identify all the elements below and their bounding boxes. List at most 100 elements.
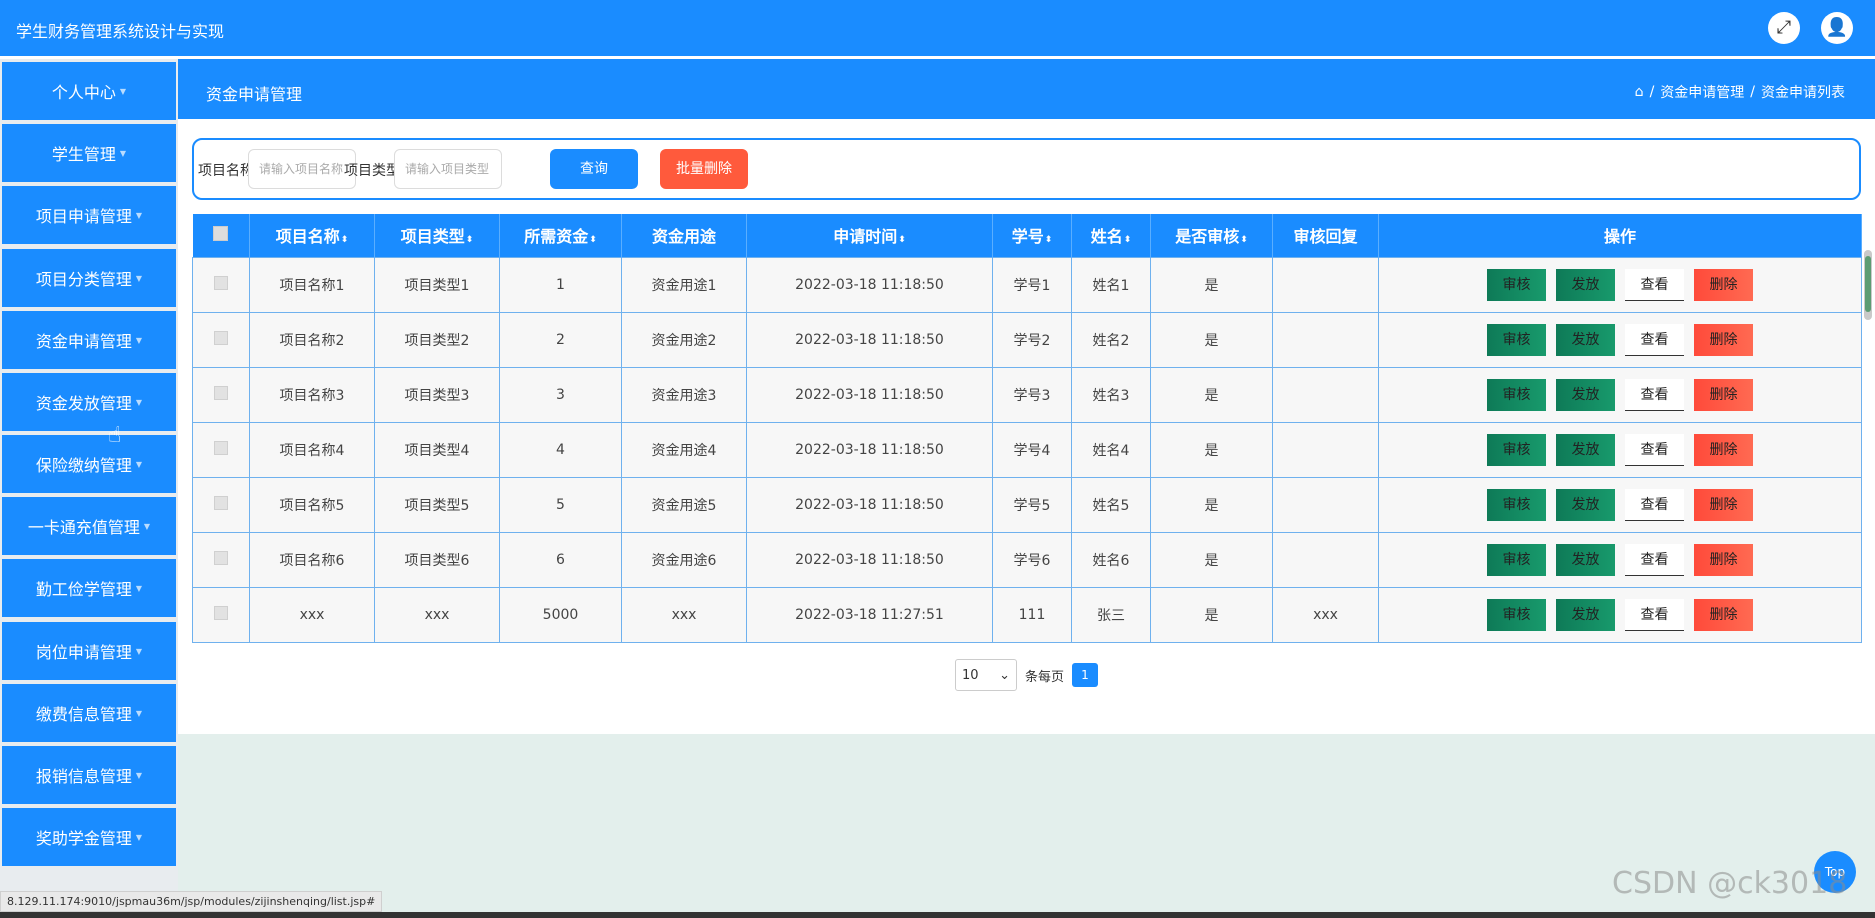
caret-down-icon: ▼ (135, 397, 143, 407)
table-cell: xxx (621, 586, 747, 643)
delete-button[interactable]: 删除 (1694, 488, 1753, 521)
row-select-cell (192, 476, 250, 533)
table-cell: 项目类型2 (374, 311, 500, 368)
column-header[interactable]: 是否审核⬍ (1150, 214, 1273, 257)
row-checkbox[interactable] (214, 605, 228, 620)
view-button[interactable]: 查看 (1625, 543, 1684, 576)
sort-icon[interactable]: ⬍ (341, 235, 349, 245)
table-cell: 是 (1150, 421, 1273, 478)
view-button[interactable]: 查看 (1625, 268, 1684, 301)
delete-button[interactable]: 删除 (1694, 268, 1753, 301)
issue-button[interactable]: 发放 (1556, 268, 1615, 301)
table-cell: 项目类型3 (374, 366, 500, 423)
breadcrumb-item-module[interactable]: 资金申请管理 (1660, 82, 1744, 102)
table-cell: 资金用途1 (621, 256, 747, 313)
row-checkbox[interactable] (214, 385, 228, 400)
issue-button[interactable]: 发放 (1556, 598, 1615, 631)
table-cell: 是 (1150, 476, 1273, 533)
project-name-input[interactable] (248, 149, 356, 189)
delete-button[interactable]: 删除 (1694, 433, 1753, 466)
sidebar-item[interactable]: 资金申请管理 ▼ (2, 311, 176, 369)
sort-icon[interactable]: ⬍ (1045, 235, 1053, 245)
issue-button[interactable]: 发放 (1556, 378, 1615, 411)
row-checkbox[interactable] (214, 275, 228, 290)
caret-down-icon: ▼ (135, 646, 143, 656)
audit-button[interactable]: 审核 (1487, 378, 1546, 411)
table-cell: 项目类型5 (374, 476, 500, 533)
column-header[interactable]: 姓名⬍ (1071, 214, 1151, 257)
delete-button[interactable]: 删除 (1694, 323, 1753, 356)
sort-icon[interactable]: ⬍ (466, 235, 474, 245)
row-checkbox[interactable] (214, 550, 228, 565)
audit-button[interactable]: 审核 (1487, 268, 1546, 301)
sidebar-item[interactable]: 奖助学金管理 ▼ (2, 808, 176, 866)
table-cell: 2022-03-18 11:27:51 (746, 586, 993, 643)
row-select-cell (192, 256, 250, 313)
audit-button[interactable]: 审核 (1487, 543, 1546, 576)
issue-button[interactable]: 发放 (1556, 543, 1615, 576)
project-type-label: 项目类型 (344, 163, 400, 179)
sidebar-item[interactable]: 个人中心 ▼ (2, 62, 176, 120)
page-size-select[interactable]: 10 ⌄ (954, 659, 1017, 691)
audit-button[interactable]: 审核 (1487, 323, 1546, 356)
home-icon[interactable]: ⌂ (1635, 84, 1644, 100)
table-cell: 姓名1 (1071, 256, 1151, 313)
column-header[interactable]: 学号⬍ (992, 214, 1072, 257)
column-header[interactable]: 项目名称⬍ (249, 214, 375, 257)
hand-cursor-icon: ☝ (108, 423, 122, 448)
caret-down-icon: ▼ (135, 708, 143, 718)
sidebar-item[interactable]: 岗位申请管理 ▼ (2, 622, 176, 680)
view-button[interactable]: 查看 (1625, 378, 1684, 411)
table-row: 项目名称1 项目类型1 1 资金用途1 2022-03-18 11:18:50 学号1 姓名… (192, 256, 1862, 313)
row-checkbox[interactable] (214, 495, 228, 510)
delete-button[interactable]: 删除 (1694, 598, 1753, 631)
issue-button[interactable]: 发放 (1556, 488, 1615, 521)
batch-delete-button[interactable]: 批量删除 (660, 149, 748, 189)
view-button[interactable]: 查看 (1625, 598, 1684, 631)
delete-button[interactable]: 删除 (1694, 543, 1753, 576)
sidebar-item-label: 个人中心 (51, 83, 116, 102)
column-header[interactable]: 所需资金⬍ (499, 214, 622, 257)
column-header[interactable]: 申请时间⬍ (746, 214, 993, 257)
scrollbar-thumb[interactable] (1865, 256, 1871, 312)
current-page-button[interactable]: 1 (1072, 663, 1098, 687)
issue-button[interactable]: 发放 (1556, 433, 1615, 466)
audit-button[interactable]: 审核 (1487, 488, 1546, 521)
sidebar-item[interactable]: 报销信息管理 ▼ (2, 746, 176, 804)
sort-icon[interactable]: ⬍ (1240, 235, 1248, 245)
audit-button[interactable]: 审核 (1487, 598, 1546, 631)
sort-icon[interactable]: ⬍ (898, 235, 906, 245)
select-all-checkbox[interactable] (213, 225, 229, 241)
view-button[interactable]: 查看 (1625, 323, 1684, 356)
fullscreen-button[interactable]: ⤢ (1768, 12, 1800, 44)
row-checkbox[interactable] (214, 330, 228, 345)
sidebar-item[interactable]: 一卡通充值管理 ▼ (2, 497, 176, 555)
project-type-input[interactable] (394, 149, 502, 189)
view-button[interactable]: 查看 (1625, 433, 1684, 466)
table-cell: 学号2 (992, 311, 1072, 368)
delete-button[interactable]: 删除 (1694, 378, 1753, 411)
sidebar-item[interactable]: 缴费信息管理 ▼ (2, 684, 176, 742)
sort-icon[interactable]: ⬍ (589, 235, 597, 245)
breadcrumb-separator: / (1649, 84, 1655, 100)
table-cell: 2022-03-18 11:18:50 (746, 311, 993, 368)
sidebar-item[interactable]: 项目分类管理 ▼ (2, 249, 176, 307)
user-menu-button[interactable]: 👤 (1821, 12, 1853, 44)
column-header: 审核回复 (1272, 214, 1379, 257)
sidebar-item[interactable]: 学生管理 ▼ (2, 124, 176, 182)
column-header[interactable]: 项目类型⬍ (374, 214, 500, 257)
row-checkbox[interactable] (214, 440, 228, 455)
sidebar-item[interactable]: 勤工俭学管理 ▼ (2, 559, 176, 617)
table-cell: 3 (499, 366, 622, 423)
table-cell: 4 (499, 421, 622, 478)
view-button[interactable]: 查看 (1625, 488, 1684, 521)
watermark: CSDN @ck3018 (1612, 866, 1848, 901)
sidebar-item[interactable]: 资金发放管理 ▼ (2, 373, 176, 431)
sidebar-item[interactable]: 保险缴纳管理 ▼ (2, 435, 176, 493)
sidebar-item[interactable]: 项目申请管理 ▼ (2, 186, 176, 244)
query-button[interactable]: 查询 (550, 149, 638, 189)
actions-cell: 审核 发放 查看 删除 (1378, 586, 1862, 643)
audit-button[interactable]: 审核 (1487, 433, 1546, 466)
sort-icon[interactable]: ⬍ (1124, 235, 1132, 245)
issue-button[interactable]: 发放 (1556, 323, 1615, 356)
